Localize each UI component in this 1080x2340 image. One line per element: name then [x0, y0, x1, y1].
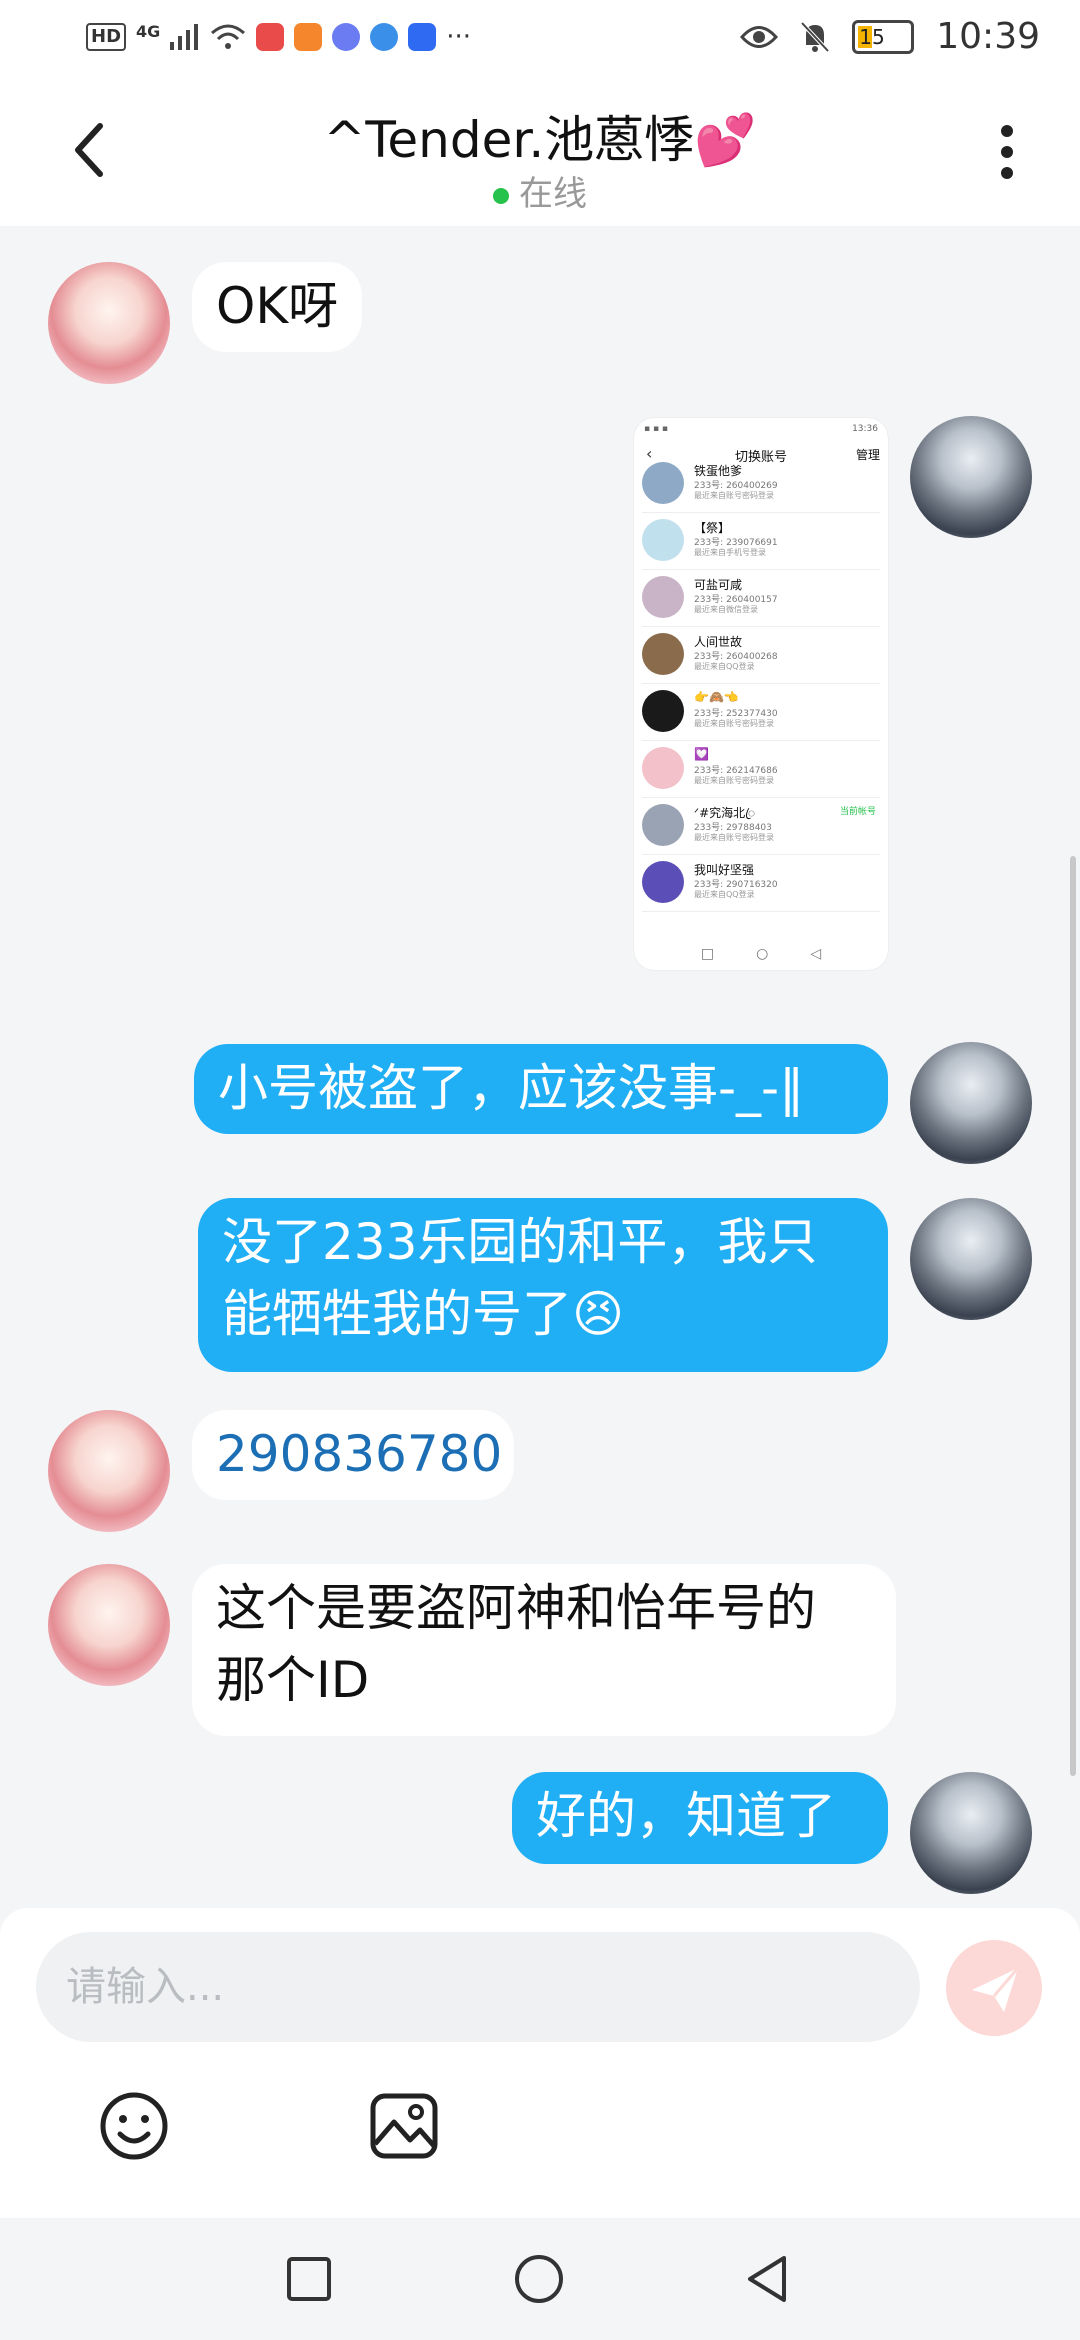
online-status: 在线: [0, 166, 1080, 215]
battery-icon: 15: [852, 19, 915, 54]
shot-account-avatar: [642, 747, 684, 789]
shot-account-row: 可盐可咸 233号: 260400157 最近来自微信登录: [642, 570, 880, 627]
emoji-icon[interactable]: [98, 2090, 170, 2162]
shot-account-name: 👉🙈👈: [694, 690, 739, 704]
more-vertical-icon[interactable]: [1000, 124, 1014, 180]
avatar-self[interactable]: [910, 1772, 1032, 1894]
send-button[interactable]: [946, 1940, 1042, 2036]
triangle-back-icon[interactable]: [744, 2254, 790, 2304]
shot-account-avatar: [642, 804, 684, 846]
avatar-self[interactable]: [910, 1042, 1032, 1164]
shot-square-icon: □: [700, 946, 715, 962]
message-line-2: 能牺牲我的号了😣: [222, 1285, 625, 1343]
shot-nav-bar: □ ○ ◁: [634, 946, 888, 962]
shot-account-login: 最近来自账号密码登录: [694, 833, 774, 842]
wifi-icon: [211, 24, 246, 49]
send-icon: [972, 1967, 1020, 2012]
status-right: 15 10:39: [740, 16, 1040, 57]
shot-account-row: 铁蛋他爹 233号: 260400269 最近来自账号密码登录: [642, 456, 880, 513]
shot-account-avatar: [642, 861, 684, 903]
shared-screenshot-image[interactable]: ▪ ▪ ▪ 13:36 ‹ 切换账号 管理 铁蛋他爹 233号: 260400269…: [634, 418, 888, 970]
shot-back-nav-icon: ◁: [810, 946, 822, 962]
hd-badge: HD: [86, 23, 127, 51]
bulb-app-icon: [408, 23, 437, 51]
message-bubble-received[interactable]: OK呀: [192, 262, 363, 352]
shot-account-name: 【祭】: [694, 521, 731, 535]
shot-account-row: ᐟ#究海北ꦿ 233号: 29788403 最近来自账号密码登录 当前帐号: [642, 798, 880, 855]
battery-level: 15: [859, 24, 885, 49]
shot-account-login: 最近来自手机号登录: [694, 548, 766, 557]
shot-account-name: 人间世故: [694, 635, 743, 649]
mute-bell-icon: [800, 21, 830, 52]
signal-icon: [170, 24, 199, 50]
shot-account-avatar: [642, 519, 684, 561]
browser-app-icon: [370, 23, 399, 51]
shot-account-avatar: [642, 633, 684, 675]
shot-status-icons: ▪ ▪ ▪: [644, 424, 669, 434]
online-status-label: 在线: [519, 174, 587, 214]
avatar-contact[interactable]: [48, 1410, 170, 1532]
avatar-contact[interactable]: [48, 1564, 170, 1686]
shot-account-name: 铁蛋他爹: [694, 464, 743, 478]
music-app-icon: [332, 23, 361, 51]
message-input[interactable]: [36, 1932, 920, 2042]
image-icon[interactable]: [368, 2090, 440, 2162]
book-app-icon: [256, 23, 285, 51]
shot-account-login: 最近来自账号密码登录: [694, 719, 774, 728]
message-bubble-sent[interactable]: 好的，知道了: [512, 1772, 888, 1864]
shot-status-time: 13:36: [852, 424, 878, 434]
network-label: 4G: [136, 21, 161, 41]
shot-account-name: 我叫好坚强: [694, 863, 755, 877]
message-line-2: 那个ID: [216, 1651, 370, 1709]
shot-account-row: 我叫好坚强 233号: 290716320 最近来自QQ登录: [642, 855, 880, 912]
shot-account-login: 最近来自微信登录: [694, 605, 758, 614]
message-line-1: 没了233乐园的和平，我只: [222, 1213, 818, 1271]
message-bubble-sent[interactable]: 小号被盗了，应该没事-_-‖: [194, 1044, 888, 1134]
scrollbar[interactable]: [1070, 856, 1076, 1776]
message-bubble-sent[interactable]: 没了233乐园的和平，我只 能牺牲我的号了😣: [198, 1198, 888, 1372]
avatar-self[interactable]: [910, 416, 1032, 538]
shot-account-name: 💟: [694, 747, 709, 761]
shot-account-row: 💟 233号: 262147686 最近来自账号密码登录: [642, 741, 880, 798]
shot-current-badge: 当前帐号: [839, 807, 876, 817]
online-dot: [493, 187, 509, 204]
shot-account-avatar: [642, 462, 684, 504]
shot-account-row: 人间世故 233号: 260400268 最近来自QQ登录: [642, 627, 880, 684]
avatar-self[interactable]: [910, 1198, 1032, 1320]
shot-account-login: 最近来自账号密码登录: [694, 776, 774, 785]
message-line-1: 这个是要盗阿神和怡年号的: [216, 1579, 816, 1637]
message-bubble-received[interactable]: 这个是要盗阿神和怡年号的 那个ID: [192, 1564, 896, 1736]
clock: 10:39: [936, 16, 1040, 57]
shot-status-bar: ▪ ▪ ▪ 13:36: [644, 424, 878, 434]
shot-account-login: 最近来自QQ登录: [694, 662, 755, 671]
shot-account-login: 最近来自QQ登录: [694, 890, 755, 899]
avatar-contact[interactable]: [48, 262, 170, 384]
shot-circle-icon: ○: [756, 946, 769, 962]
message-bubble-received-number[interactable]: 290836780: [192, 1410, 514, 1500]
shot-account-avatar: [642, 576, 684, 618]
chat-title: ^Tender.池蒽悸💕: [323, 111, 757, 169]
video-app-icon: [294, 23, 323, 51]
eye-icon: [740, 25, 779, 48]
shot-account-avatar: [642, 690, 684, 732]
shot-account-login: 最近来自账号密码登录: [694, 491, 774, 500]
square-icon[interactable]: [286, 2256, 332, 2302]
status-left: HD 4G ···: [86, 22, 471, 52]
circle-icon[interactable]: [514, 2254, 564, 2304]
shot-account-name: 可盐可咸: [694, 578, 743, 592]
more-notifications: ···: [446, 22, 472, 52]
shot-account-row: 👉🙈👈 233号: 252377430 最近来自账号密码登录: [642, 684, 880, 741]
shot-account-row: 【祭】 233号: 239076691 最近来自手机号登录: [642, 513, 880, 570]
